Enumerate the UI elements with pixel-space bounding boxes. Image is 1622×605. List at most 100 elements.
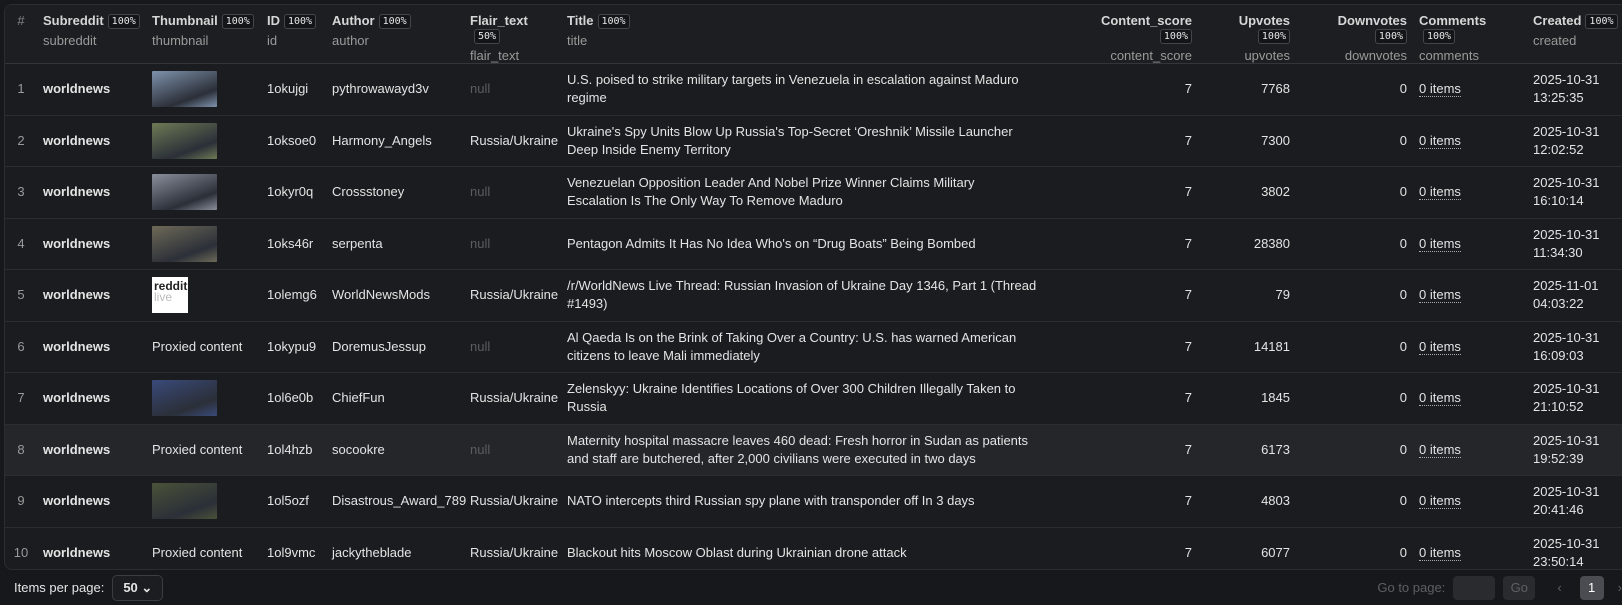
upvotes-cell: 4803 bbox=[1198, 475, 1296, 528]
author-cell: Harmony_Angels bbox=[326, 115, 464, 167]
thumbnail-image bbox=[152, 380, 217, 417]
table-row[interactable]: 9 worldnews 1ol5ozf Disastrous_Award_789… bbox=[5, 475, 1622, 528]
id-cell: 1okujgi bbox=[261, 63, 326, 116]
subreddit-cell: worldnews bbox=[37, 166, 146, 219]
upvotes-cell: 7300 bbox=[1198, 115, 1296, 167]
title-cell: Blackout hits Moscow Oblast during Ukrai… bbox=[561, 527, 1077, 569]
column-key: upvotes bbox=[1244, 48, 1290, 63]
comments-items-link[interactable]: 0 items bbox=[1419, 81, 1461, 98]
column-header-comments[interactable]: Comments100% comments bbox=[1413, 5, 1527, 64]
upvotes-cell: 79 bbox=[1198, 269, 1296, 322]
title-cell: /r/WorldNews Live Thread: Russian Invasi… bbox=[561, 269, 1077, 322]
comments-items-link[interactable]: 0 items bbox=[1419, 338, 1461, 355]
downvotes-cell: 0 bbox=[1296, 527, 1413, 569]
created-date: 2025-11-01 bbox=[1533, 278, 1599, 294]
row-index: 7 bbox=[5, 372, 37, 425]
created-time: 20:41:46 bbox=[1533, 502, 1584, 518]
downvotes-cell: 0 bbox=[1296, 63, 1413, 116]
prev-page-button[interactable]: ‹ bbox=[1557, 580, 1561, 595]
subreddit-cell: worldnews bbox=[37, 475, 146, 528]
upvotes-cell: 7768 bbox=[1198, 63, 1296, 116]
flair-text: Russia/Ukraine bbox=[470, 493, 559, 509]
downvotes-cell: 0 bbox=[1296, 321, 1413, 373]
column-header-downvotes[interactable]: Downvotes100% downvotes bbox=[1296, 5, 1413, 64]
table-row[interactable]: 10 worldnews Proxied content 1ol9vmc jac… bbox=[5, 527, 1622, 569]
created-cell: 2025-10-31 16:09:03 bbox=[1527, 321, 1622, 373]
created-time: 13:25:35 bbox=[1533, 90, 1584, 106]
downvotes-cell: 0 bbox=[1296, 372, 1413, 425]
thumbnail-cell: Proxied content bbox=[146, 424, 261, 476]
column-header-author[interactable]: Author 100% author bbox=[326, 5, 464, 64]
created-time: 19:52:39 bbox=[1533, 450, 1584, 466]
comments-items-link[interactable]: 0 items bbox=[1419, 441, 1461, 458]
table-row[interactable]: 3 worldnews 1okyr0q Crossstoney null Ven… bbox=[5, 166, 1622, 219]
table-row[interactable]: 8 worldnews Proxied content 1ol4hzb soco… bbox=[5, 424, 1622, 476]
column-header-title[interactable]: Title 100% title bbox=[561, 5, 1077, 64]
column-label: Title bbox=[567, 13, 594, 28]
thumbnail-cell bbox=[146, 115, 261, 167]
null-value: null bbox=[470, 81, 491, 97]
table-row[interactable]: 4 worldnews 1oks46r serpenta null Pentag… bbox=[5, 218, 1622, 270]
page-1-button[interactable]: 1 bbox=[1579, 575, 1604, 600]
go-button[interactable]: Go bbox=[1503, 575, 1536, 600]
table-row[interactable]: 7 worldnews 1ol6e0b ChiefFun Russia/Ukra… bbox=[5, 372, 1622, 425]
title-cell: Zelenskyy: Ukraine Identifies Locations … bbox=[561, 372, 1077, 425]
column-key: subreddit bbox=[43, 33, 97, 48]
broken-image-alt: Proxied content bbox=[152, 441, 243, 457]
row-index: 4 bbox=[5, 218, 37, 270]
thumbnail-cell bbox=[146, 63, 261, 116]
comments-items-link[interactable]: 0 items bbox=[1419, 493, 1461, 510]
downvotes-cell: 0 bbox=[1296, 424, 1413, 476]
flair-cell: Russia/Ukraine bbox=[464, 372, 561, 425]
flair-text: Russia/Ukraine bbox=[470, 132, 559, 148]
comments-items-link[interactable]: 0 items bbox=[1419, 287, 1461, 304]
thumbnail-image bbox=[152, 483, 217, 520]
comments-items-link[interactable]: 0 items bbox=[1419, 544, 1461, 561]
subreddit-cell: worldnews bbox=[37, 269, 146, 322]
downvotes-cell: 0 bbox=[1296, 218, 1413, 270]
comments-items-link[interactable]: 0 items bbox=[1419, 235, 1461, 252]
subreddit-cell: worldnews bbox=[37, 527, 146, 569]
row-index: 10 bbox=[5, 527, 37, 569]
column-header-thumbnail[interactable]: Thumbnail 100% thumbnail bbox=[146, 5, 261, 64]
items-per-page-select[interactable]: 50 ⌄ bbox=[112, 574, 164, 601]
thumbnail-cell bbox=[146, 218, 261, 270]
flair-cell: Russia/Ukraine bbox=[464, 115, 561, 167]
thumbnail-cell: Proxied content bbox=[146, 527, 261, 569]
content-score-cell: 7 bbox=[1077, 63, 1198, 116]
row-index: 3 bbox=[5, 166, 37, 219]
flair-cell: null bbox=[464, 424, 561, 476]
content-score-cell: 7 bbox=[1077, 115, 1198, 167]
created-cell: 2025-10-31 20:41:46 bbox=[1527, 475, 1622, 528]
column-header-subreddit[interactable]: Subreddit 100% subreddit bbox=[37, 5, 146, 64]
column-header-index[interactable]: # bbox=[5, 5, 37, 64]
column-header-created[interactable]: Created 100% created bbox=[1527, 5, 1622, 64]
comments-items-link[interactable]: 0 items bbox=[1419, 184, 1461, 201]
column-key: author bbox=[332, 33, 369, 48]
column-header-upvotes[interactable]: Upvotes100% upvotes bbox=[1198, 5, 1296, 64]
flair-cell: Russia/Ukraine bbox=[464, 269, 561, 322]
column-header-content_score[interactable]: Content_score100% content_score bbox=[1077, 5, 1198, 64]
go-to-page-input[interactable] bbox=[1453, 575, 1496, 600]
index-header: # bbox=[17, 13, 25, 28]
table-row[interactable]: 1 worldnews 1okujgi pythrowawayd3v null … bbox=[5, 63, 1622, 116]
comments-items-link[interactable]: 0 items bbox=[1419, 132, 1461, 149]
content-score-cell: 7 bbox=[1077, 527, 1198, 569]
next-page-button[interactable]: › bbox=[1618, 580, 1622, 595]
created-date: 2025-10-31 bbox=[1533, 535, 1600, 551]
created-date: 2025-10-31 bbox=[1533, 381, 1600, 397]
column-header-flair_text[interactable]: Flair_text50% flair_text bbox=[464, 5, 561, 64]
completeness-badge: 100% bbox=[1423, 29, 1456, 44]
column-label: Upvotes bbox=[1238, 13, 1290, 28]
comments-items-link[interactable]: 0 items bbox=[1419, 390, 1461, 407]
table-row[interactable]: 5 worldnews reddit live 1olemg6 WorldNews… bbox=[5, 269, 1622, 322]
table-row[interactable]: 2 worldnews 1oksoe0 Harmony_Angels Russi… bbox=[5, 115, 1622, 167]
content-score-cell: 7 bbox=[1077, 166, 1198, 219]
subreddit-cell: worldnews bbox=[37, 115, 146, 167]
row-index: 2 bbox=[5, 115, 37, 167]
table-row[interactable]: 6 worldnews Proxied content 1okypu9 Dore… bbox=[5, 321, 1622, 373]
items-per-page-value: 50 bbox=[123, 579, 138, 595]
downvotes-cell: 0 bbox=[1296, 475, 1413, 528]
column-key: title bbox=[567, 33, 588, 48]
column-header-id[interactable]: ID 100% id bbox=[261, 5, 326, 64]
